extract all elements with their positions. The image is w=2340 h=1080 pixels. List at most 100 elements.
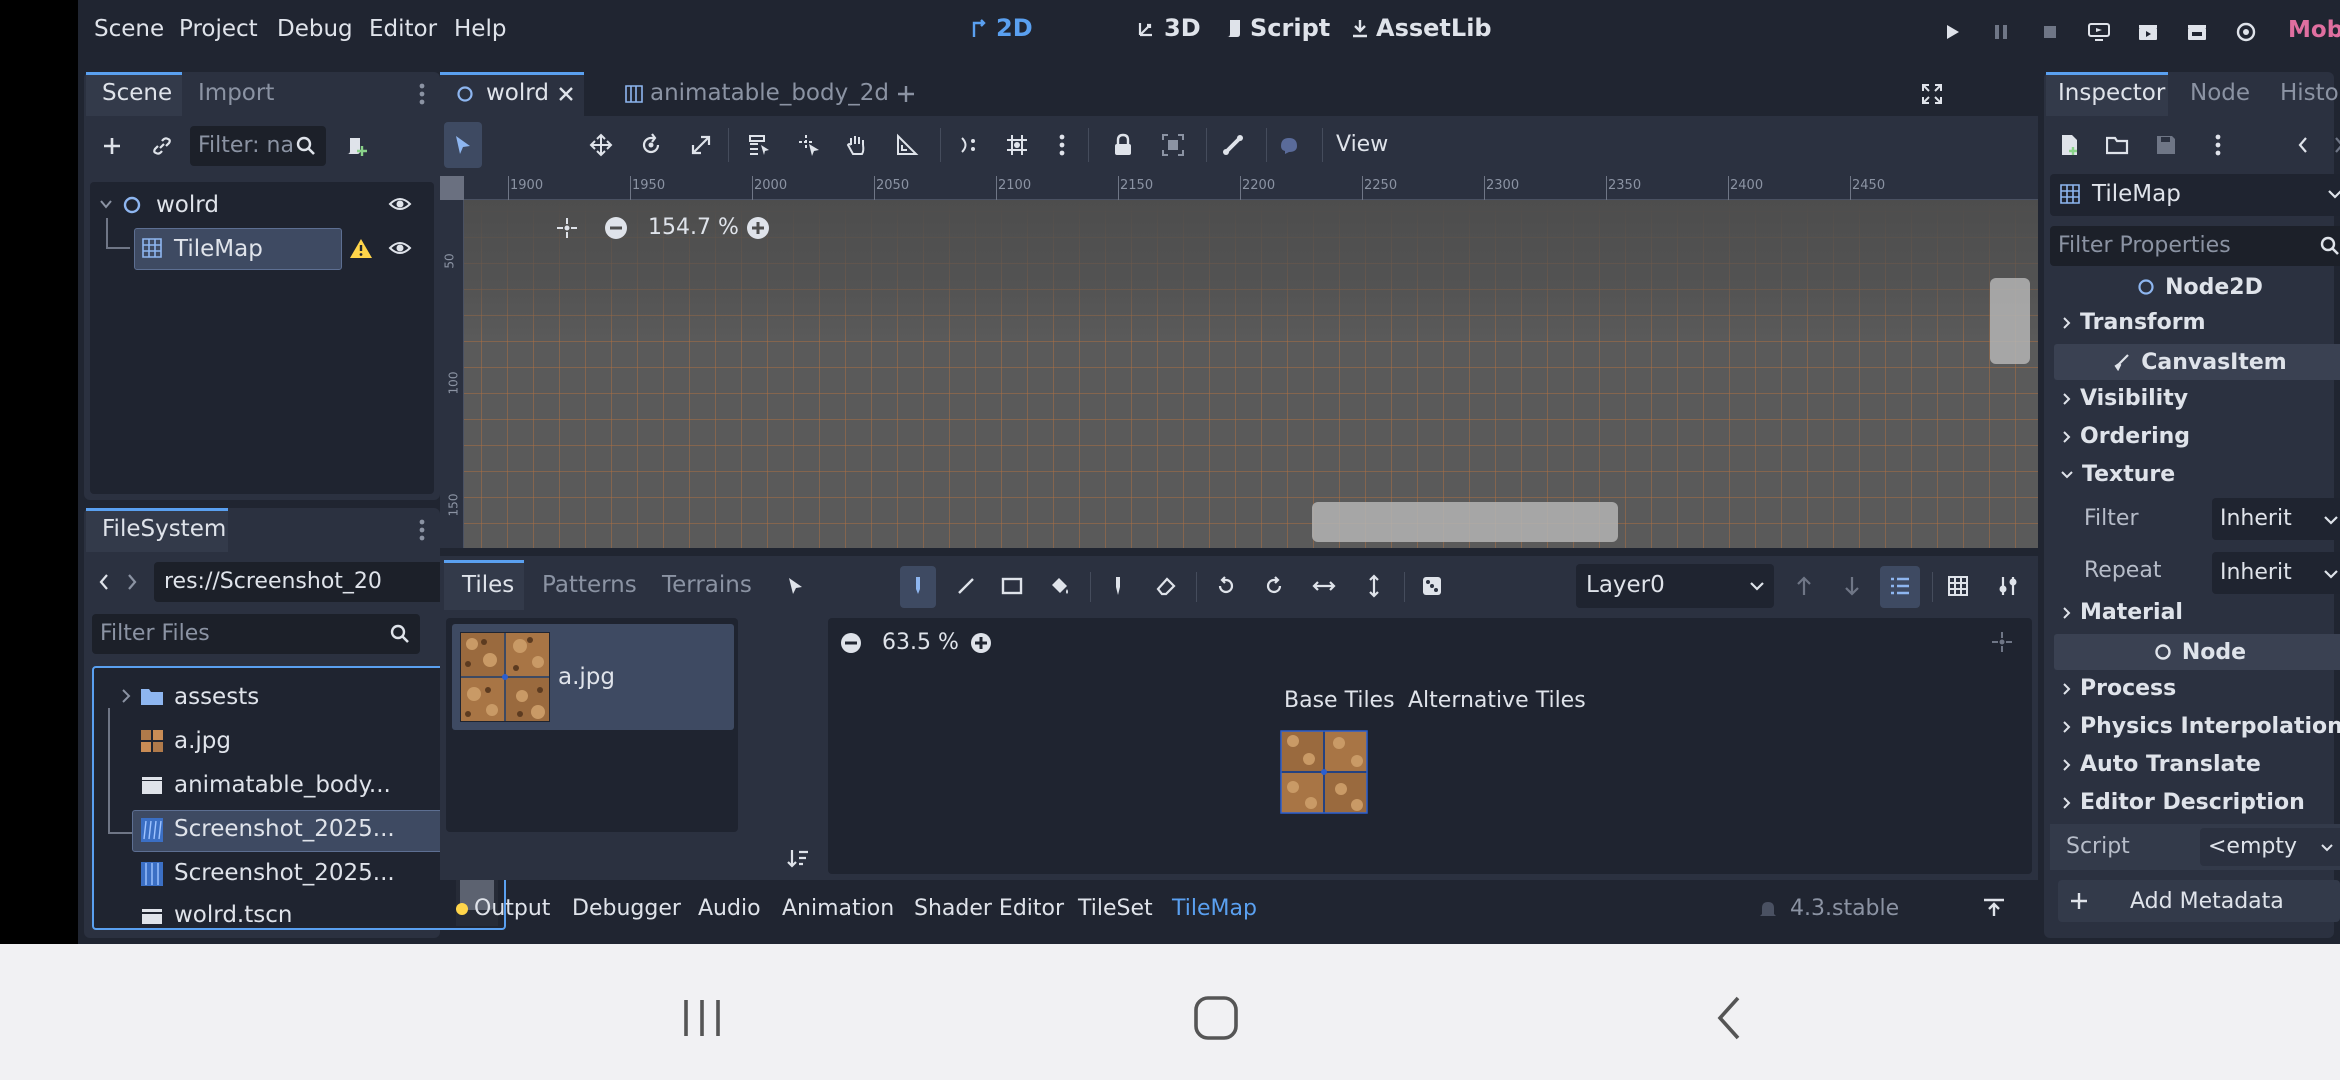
group-button[interactable] bbox=[1158, 130, 1188, 160]
tab-history[interactable]: History bbox=[2280, 80, 2340, 106]
smart-snap-button[interactable] bbox=[954, 130, 984, 160]
tilemap-tab-terrains[interactable]: Terrains bbox=[662, 572, 752, 598]
tile-bucket-tool[interactable] bbox=[1046, 572, 1074, 600]
base-tiles-label[interactable]: Base Tiles bbox=[1284, 688, 1395, 713]
workspace-3d[interactable]: 3D bbox=[1136, 14, 1201, 42]
section-auto-translate[interactable]: Auto Translate bbox=[2062, 752, 2261, 777]
bottom-tab-shader-editor[interactable]: Shader Editor bbox=[914, 896, 1064, 921]
tab-node[interactable]: Node bbox=[2190, 80, 2250, 106]
editor-tab-animatable-body[interactable]: animatable_body_2d bbox=[650, 80, 889, 106]
folder-expand-icon[interactable] bbox=[118, 686, 134, 706]
tilemap-plugin-button[interactable] bbox=[1274, 130, 1304, 160]
flip-vertical-button[interactable] bbox=[1360, 572, 1388, 600]
recents-button[interactable] bbox=[672, 990, 732, 1046]
forward-button[interactable] bbox=[122, 568, 142, 596]
workspace-2d[interactable]: 2D bbox=[970, 14, 1033, 42]
zoom-in-button[interactable] bbox=[744, 214, 772, 242]
bottom-tab-output[interactable]: Output bbox=[474, 896, 550, 921]
pause-button[interactable] bbox=[1987, 18, 2015, 46]
random-tile-button[interactable] bbox=[1418, 572, 1446, 600]
horizontal-scrollbar-thumb[interactable] bbox=[1312, 502, 1618, 542]
bottom-tab-animation[interactable]: Animation bbox=[782, 896, 894, 921]
section-process[interactable]: Process bbox=[2062, 676, 2176, 701]
atlas-tile-preview[interactable] bbox=[1278, 728, 1370, 816]
file-item-animatable-body[interactable]: animatable_body... bbox=[174, 772, 391, 798]
tile-paint-tool[interactable] bbox=[904, 572, 932, 600]
rotate-tool-button[interactable] bbox=[636, 130, 666, 160]
tile-select-tool[interactable] bbox=[782, 572, 810, 600]
viewport-zoom-level[interactable]: 154.7 % bbox=[648, 215, 739, 240]
ruler-tool-button[interactable] bbox=[892, 130, 922, 160]
vertical-scrollbar-thumb[interactable] bbox=[1990, 278, 2030, 364]
history-forward-button[interactable] bbox=[2328, 130, 2340, 160]
alternative-tiles-label[interactable]: Alternative Tiles bbox=[1408, 688, 1586, 713]
load-resource-button[interactable] bbox=[2104, 130, 2132, 160]
tilemap-tab-patterns[interactable]: Patterns bbox=[542, 572, 637, 598]
tile-picker-tool[interactable] bbox=[1104, 572, 1132, 600]
tile-line-tool[interactable] bbox=[952, 572, 980, 600]
list-select-button[interactable] bbox=[744, 130, 774, 160]
layer-down-button[interactable] bbox=[1838, 572, 1866, 600]
back-button[interactable] bbox=[94, 568, 114, 596]
menu-project[interactable]: Project bbox=[179, 16, 258, 42]
attach-script-button[interactable] bbox=[340, 130, 372, 162]
file-item-assests[interactable]: assests bbox=[174, 684, 259, 710]
highlight-layer-button[interactable] bbox=[1886, 572, 1914, 600]
expand-bottom-panel-button[interactable] bbox=[1980, 894, 2008, 922]
history-back-button[interactable] bbox=[2292, 130, 2314, 160]
visibility-eye-icon[interactable] bbox=[386, 192, 414, 216]
tile-rect-tool[interactable] bbox=[998, 572, 1026, 600]
tab-import[interactable]: Import bbox=[198, 80, 274, 106]
section-texture[interactable]: Texture bbox=[2060, 462, 2175, 487]
visibility-eye-icon[interactable] bbox=[386, 236, 414, 260]
add-node-button[interactable] bbox=[96, 130, 128, 162]
viewport-canvas[interactable] bbox=[464, 200, 2038, 548]
section-ordering[interactable]: Ordering bbox=[2062, 424, 2190, 449]
flip-horizontal-button[interactable] bbox=[1310, 572, 1338, 600]
resource-menu-button[interactable] bbox=[2208, 130, 2228, 160]
back-nav-button[interactable] bbox=[1700, 990, 1760, 1046]
sort-sources-button[interactable] bbox=[784, 844, 812, 872]
atlas-zoom-in-button[interactable] bbox=[968, 630, 994, 656]
pivot-tool-button[interactable] bbox=[794, 130, 824, 160]
dock-menu-button[interactable] bbox=[412, 78, 432, 110]
section-visibility[interactable]: Visibility bbox=[2062, 386, 2188, 411]
select-tool-button[interactable] bbox=[448, 130, 478, 160]
section-editor-description[interactable]: Editor Description bbox=[2062, 790, 2305, 815]
play-custom-scene-button[interactable] bbox=[2182, 18, 2212, 46]
atlas-center-button[interactable] bbox=[1988, 628, 2016, 656]
warning-icon[interactable] bbox=[348, 236, 374, 260]
scale-tool-button[interactable] bbox=[686, 130, 716, 160]
lock-button[interactable] bbox=[1108, 130, 1138, 160]
rotate-left-button[interactable] bbox=[1212, 572, 1240, 600]
move-tool-button[interactable] bbox=[586, 130, 616, 160]
save-resource-button[interactable] bbox=[2152, 130, 2180, 160]
bottom-tab-tilemap[interactable]: TileMap bbox=[1172, 896, 1257, 921]
collapse-arrow-icon[interactable] bbox=[96, 194, 116, 214]
bottom-tab-audio[interactable]: Audio bbox=[698, 896, 761, 921]
add-metadata-button[interactable]: Add Metadata bbox=[2058, 880, 2340, 922]
remote-debug-button[interactable] bbox=[2084, 18, 2114, 46]
menu-editor[interactable]: Editor bbox=[369, 16, 437, 42]
grid-snap-button[interactable] bbox=[1002, 130, 1032, 160]
section-transform[interactable]: Transform bbox=[2062, 310, 2206, 335]
atlas-zoom-level[interactable]: 63.5 % bbox=[882, 630, 959, 655]
stop-button[interactable] bbox=[2036, 18, 2064, 46]
movie-maker-button[interactable] bbox=[2231, 18, 2261, 46]
center-view-button[interactable] bbox=[552, 214, 582, 242]
distraction-free-button[interactable] bbox=[1918, 80, 1946, 108]
section-material[interactable]: Material bbox=[2062, 600, 2183, 625]
workspace-script[interactable]: Script bbox=[1224, 14, 1330, 42]
snap-options-button[interactable] bbox=[1052, 130, 1072, 160]
play-button[interactable] bbox=[1938, 18, 1966, 46]
atlas-zoom-out-button[interactable] bbox=[838, 630, 864, 656]
menu-debug[interactable]: Debug bbox=[277, 16, 353, 42]
home-button[interactable] bbox=[1186, 990, 1246, 1046]
instance-scene-button[interactable] bbox=[146, 130, 178, 162]
renderer-select[interactable]: Mobile bbox=[2288, 17, 2340, 43]
view-menu[interactable]: View bbox=[1336, 132, 1388, 157]
file-item-screenshot-2[interactable]: Screenshot_2025... bbox=[174, 860, 395, 886]
section-physics-interpolation[interactable]: Physics Interpolation bbox=[2062, 714, 2340, 739]
tile-eraser-tool[interactable] bbox=[1152, 572, 1180, 600]
workspace-assetlib[interactable]: AssetLib bbox=[1350, 14, 1492, 42]
